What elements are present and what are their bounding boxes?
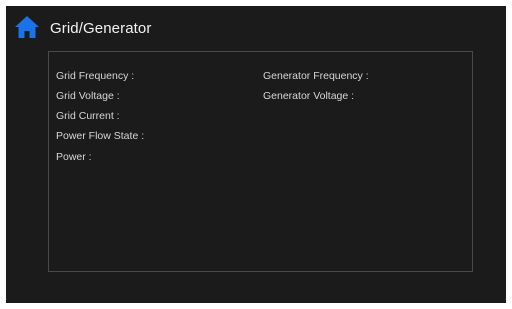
home-icon (14, 15, 40, 39)
grid-frequency-label: Grid Frequency : (56, 70, 135, 82)
generator-voltage-label: Generator Voltage : (263, 90, 355, 102)
status-panel: Grid Frequency : Grid Voltage : Grid Cur… (48, 51, 473, 272)
power-label: Power : (56, 151, 92, 163)
grid-voltage-label: Grid Voltage : (56, 90, 120, 102)
page-title: Grid/Generator (50, 20, 152, 37)
header-bar: Grid/Generator (6, 6, 506, 48)
power-flow-state-label: Power Flow State : (56, 130, 145, 142)
home-button[interactable] (14, 15, 40, 39)
grid-generator-screen: Grid/Generator Grid Frequency : Grid Vol… (6, 6, 506, 303)
grid-current-label: Grid Current : (56, 110, 120, 122)
generator-frequency-label: Generator Frequency : (263, 70, 369, 82)
